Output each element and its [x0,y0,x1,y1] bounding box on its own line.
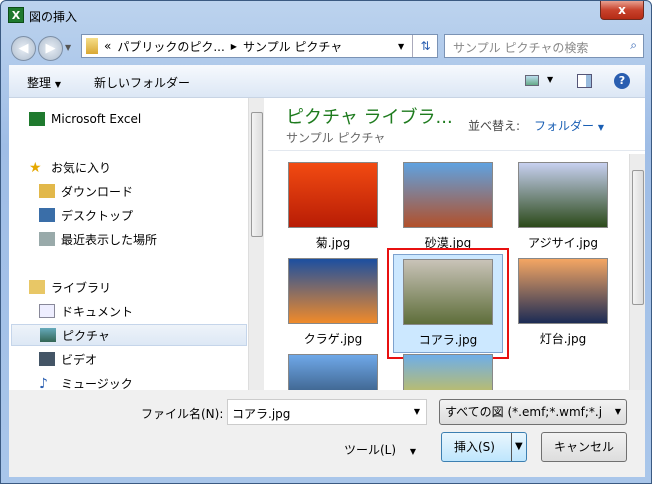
file-list-scrollbar[interactable] [629,154,645,390]
back-button[interactable]: ◀ [11,36,36,61]
sort-dropdown[interactable]: フォルダー ▼ [534,117,604,134]
documents-icon [39,304,55,318]
thumbnail-image [403,354,493,390]
file-list: ピクチャ ライブラ... サンプル ピクチャ 並べ替え: フォルダー ▼ 菊.j… [268,98,645,390]
library-subtitle: サンプル ピクチャ [286,131,386,145]
folder-icon [86,38,98,54]
thumbnail-image [403,162,493,228]
thumbnail-image [518,258,608,324]
file-tile[interactable]: コアラ.jpg [387,248,509,359]
nav-music[interactable]: ♪ ミュージック [39,372,259,390]
breadcrumb-sample-pictures[interactable]: サンプル ピクチャ [243,38,342,55]
nav-downloads[interactable]: ダウンロード [39,180,259,202]
file-name: クラゲ.jpg [303,332,363,346]
file-tile[interactable] [278,354,388,390]
library-icon [29,280,45,294]
view-icon[interactable] [525,75,539,86]
cancel-button[interactable]: キャンセル [541,432,627,462]
navigation-pane: Microsoft Excel ★ お気に入り ダウンロード デスクトップ 最近表… [9,98,264,390]
file-tile[interactable]: 菊.jpg [278,162,388,251]
browser-area: Microsoft Excel ★ お気に入り ダウンロード デスクトップ 最近表… [9,98,645,390]
thumbnail-image [518,162,608,228]
nav-videos[interactable]: ビデオ [39,348,259,370]
star-icon: ★ [29,160,42,176]
recent-places-icon [39,232,55,246]
file-tile[interactable]: アジサイ.jpg [508,162,618,251]
sort-label: 並べ替え: [468,119,521,133]
excel-icon [29,112,45,126]
organize-button[interactable]: 整理 ▼ [27,74,61,91]
file-tile[interactable]: 砂漠.jpg [393,162,503,251]
file-name: 砂漠.jpg [424,236,472,250]
file-name: アジサイ.jpg [528,236,598,250]
chevron-down-icon: ▼ [413,407,420,416]
forward-button[interactable]: ▶ [38,36,63,61]
nav-libraries[interactable]: ライブラリ [29,276,249,298]
library-title: ピクチャ ライブラ... [286,107,453,128]
address-bar[interactable]: « パブリックのピク... ▶ サンプル ピクチャ ▼ ⇅ [81,34,438,58]
history-dropdown[interactable]: ▼ [65,43,71,52]
download-folder-icon [39,184,55,198]
nav-microsoft-excel[interactable]: Microsoft Excel [29,108,249,130]
nav-recent-places[interactable]: 最近表示した場所 [39,228,259,250]
filename-label: ファイル名(N): [141,407,224,421]
address-dropdown[interactable]: ▼ [398,42,404,51]
filename-input[interactable]: コアラ.jpg ▼ [227,399,427,425]
search-placeholder: サンプル ピクチャの検索 [453,41,589,55]
file-type-select[interactable]: すべての図 (*.emf;*.wmf;*.j ▼ [439,399,627,425]
videos-icon [39,352,55,366]
file-name: 菊.jpg [315,236,351,250]
nav-desktop[interactable]: デスクトップ [39,204,259,226]
insert-options-dropdown[interactable]: ▼ [511,433,523,461]
nav-favorites[interactable]: ★ お気に入り [29,156,249,178]
chevron-down-icon: ▼ [614,407,621,416]
nav-documents[interactable]: ドキュメント [39,300,259,322]
dialog-footer: ファイル名(N): コアラ.jpg ▼ すべての図 (*.emf;*.wmf;*.… [9,390,645,477]
close-button[interactable]: x [600,1,644,20]
pictures-icon [40,328,56,342]
file-tile[interactable]: 灯台.jpg [508,258,618,347]
tools-dropdown[interactable]: ツール(L) ▼ [344,441,416,458]
refresh-icon[interactable]: ⇅ [412,35,438,57]
thumbnail-image [288,354,378,390]
file-name: コアラ.jpg [418,333,478,347]
excel-icon: X [8,7,24,23]
insert-picture-dialog: X 図の挿入 x ◀ ▶ ▼ « パブリックのピク... ▶ サンプル ピクチャ… [0,0,652,484]
thumbnail-image [288,258,378,324]
thumbnail-image [403,259,493,325]
help-icon[interactable]: ? [614,73,630,89]
desktop-icon [39,208,55,222]
toolbar: 整理 ▼ 新しいフォルダー ▼ ? [9,65,645,98]
preview-pane-icon[interactable] [577,74,592,88]
file-tile[interactable]: クラゲ.jpg [278,258,388,347]
music-icon: ♪ [39,376,48,390]
insert-button[interactable]: 挿入(S) ▼ [441,432,527,462]
new-folder-button[interactable]: 新しいフォルダー [94,74,190,91]
view-dropdown[interactable]: ▼ [547,75,553,84]
file-name: 灯台.jpg [539,332,587,346]
breadcrumb-overflow[interactable]: « [104,39,111,53]
nav-pictures[interactable]: ピクチャ [11,324,247,346]
thumbnail-image [288,162,378,228]
breadcrumb-public-pictures[interactable]: パブリックのピク... [117,38,224,55]
search-input[interactable]: サンプル ピクチャの検索 ⌕ [444,34,644,58]
window-title: 図の挿入 [29,10,78,24]
navigation-scrollbar[interactable] [248,98,264,390]
search-icon[interactable]: ⌕ [630,38,637,53]
file-tile[interactable] [393,354,503,390]
chevron-right-icon[interactable]: ▶ [231,42,237,51]
